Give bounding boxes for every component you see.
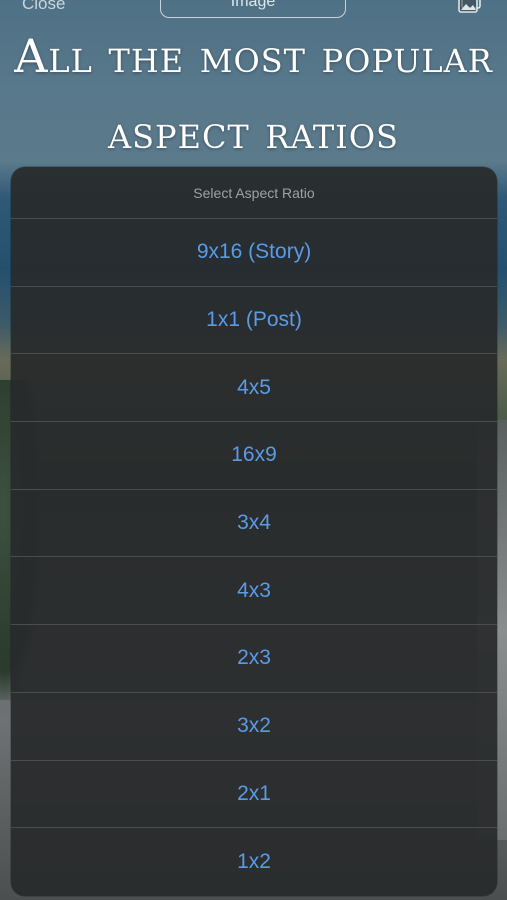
image-segment-button[interactable]: Image bbox=[160, 0, 346, 18]
option-4x3[interactable]: 4x3 bbox=[11, 557, 497, 626]
photo-library-icon[interactable] bbox=[457, 0, 483, 16]
option-1x2[interactable]: 1x2 bbox=[11, 828, 497, 896]
headline-line-1: All the most popular bbox=[14, 29, 493, 83]
option-3x2[interactable]: 3x2 bbox=[11, 693, 497, 761]
headline-line-2: aspect ratios bbox=[108, 105, 399, 159]
option-4x5[interactable]: 4x5 bbox=[11, 354, 497, 423]
option-2x1[interactable]: 2x1 bbox=[11, 761, 497, 829]
close-button[interactable]: Close bbox=[22, 0, 65, 14]
top-navigation-bar: Close Image bbox=[0, 0, 507, 20]
aspect-ratio-action-sheet: Select Aspect Ratio 9x16 (Story) 1x1 (Po… bbox=[11, 167, 497, 896]
headline: All the most popular aspect ratios bbox=[0, 18, 507, 170]
option-9x16-story[interactable]: 9x16 (Story) bbox=[11, 219, 497, 287]
option-2x3[interactable]: 2x3 bbox=[11, 625, 497, 693]
option-16x9[interactable]: 16x9 bbox=[11, 422, 497, 490]
option-3x4[interactable]: 3x4 bbox=[11, 490, 497, 558]
option-1x1-post[interactable]: 1x1 (Post) bbox=[11, 287, 497, 355]
screen: Close Image All the most popular aspect … bbox=[0, 0, 507, 900]
action-sheet-title: Select Aspect Ratio bbox=[11, 167, 497, 219]
